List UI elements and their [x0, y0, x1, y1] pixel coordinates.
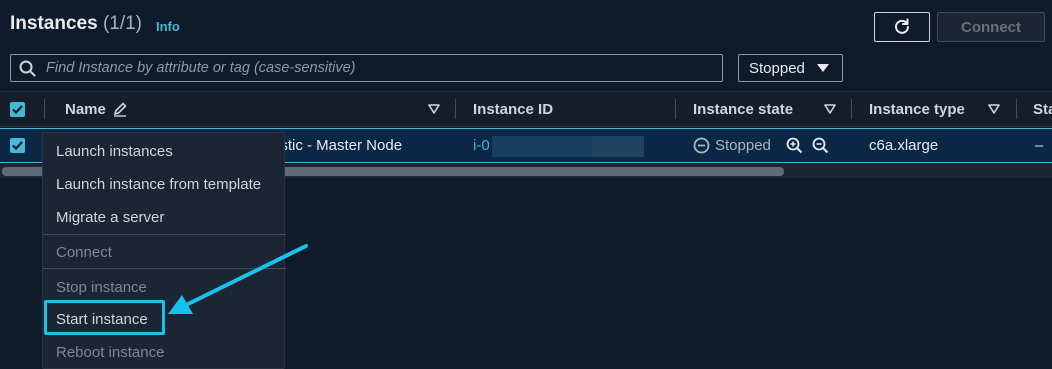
column-divider [851, 99, 852, 119]
menu-item-reboot-instance: Reboot instance [56, 344, 165, 361]
menu-divider [43, 268, 286, 269]
column-divider [455, 99, 456, 119]
stopped-status-icon [693, 137, 710, 154]
instance-state-label: Stopped [715, 137, 771, 154]
refresh-button[interactable] [874, 12, 930, 42]
menu-item-connect: Connect [56, 244, 112, 261]
instance-name: astic - Master Node [272, 137, 403, 154]
column-divider [1016, 99, 1017, 119]
select-all-checkbox[interactable] [10, 92, 25, 126]
zoom-out-icon[interactable] [812, 129, 829, 162]
search-icon [19, 60, 36, 76]
status-check: – [1035, 137, 1044, 154]
redacted-instance-id [492, 136, 644, 157]
column-header-name[interactable]: Name [65, 92, 128, 126]
page-header: Instances (1/1) Info Connect [0, 0, 1052, 50]
row-checkbox[interactable] [10, 129, 25, 162]
sort-type-icon[interactable] [988, 92, 1000, 126]
column-header-status[interactable]: Sta [1033, 92, 1052, 126]
column-header-name-label: Name [65, 100, 106, 118]
highlight-box [44, 300, 165, 335]
menu-item-launch-from-template[interactable]: Launch instance from template [43, 168, 286, 201]
checkbox-checked-icon [10, 101, 25, 117]
instance-state: Stopped [693, 129, 771, 162]
page-title: Instances (1/1) [10, 13, 142, 35]
column-divider [44, 99, 45, 119]
column-header-instance-state[interactable]: Instance state [693, 92, 793, 126]
edit-pencil-icon[interactable] [112, 101, 128, 117]
filter-selected-value: Stopped [749, 59, 805, 77]
column-header-instance-id[interactable]: Instance ID [473, 92, 553, 126]
instance-state-filter-select[interactable]: Stopped [738, 54, 843, 82]
connect-button[interactable]: Connect [937, 12, 1045, 42]
instance-type: c6a.xlarge [869, 137, 939, 154]
menu-item-launch-instances[interactable]: Launch instances [43, 135, 286, 168]
search-placeholder: Find Instance by attribute or tag (case-… [46, 60, 356, 76]
checkbox-checked-icon [10, 138, 25, 153]
column-header-instance-type[interactable]: Instance type [869, 92, 965, 126]
sort-name-icon[interactable] [428, 92, 440, 126]
search-input[interactable]: Find Instance by attribute or tag (case-… [10, 54, 723, 82]
page-title-text: Instances [10, 13, 98, 34]
sort-state-icon[interactable] [824, 92, 836, 126]
info-link[interactable]: Info [156, 19, 180, 34]
menu-divider [43, 234, 286, 235]
instance-count: (1/1) [102, 13, 143, 34]
menu-item-migrate-server[interactable]: Migrate a server [43, 201, 286, 234]
zoom-in-icon[interactable] [786, 129, 803, 162]
instance-id-link[interactable]: i-0 [473, 129, 490, 162]
column-divider [675, 99, 676, 119]
table-header: Name Instance ID Instance state Instance… [0, 91, 1052, 127]
refresh-icon [895, 18, 909, 34]
caret-down-icon [816, 63, 829, 72]
